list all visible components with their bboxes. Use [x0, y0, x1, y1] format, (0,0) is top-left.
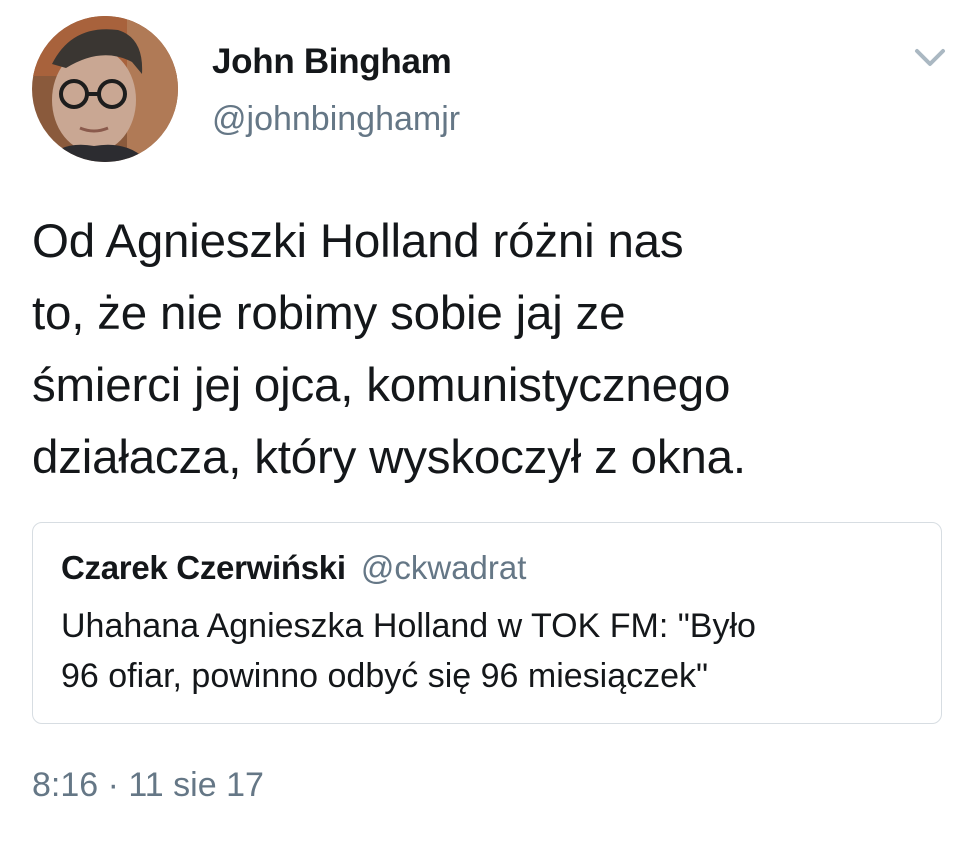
- quoted-author-handle: @ckwadrat: [360, 549, 527, 586]
- quoted-tweet-card[interactable]: Czarek Czerwiński @ckwadrat Uhahana Agni…: [32, 522, 942, 724]
- quoted-tweet-header: Czarek Czerwiński @ckwadrat: [61, 549, 526, 587]
- profile-photo: [32, 16, 178, 162]
- quoted-text-line: Uhahana Agnieszka Holland w TOK FM: "Był…: [61, 607, 756, 645]
- author-handle[interactable]: @johnbinghamjr: [212, 100, 460, 139]
- quoted-author-name: Czarek Czerwiński: [61, 549, 346, 586]
- timestamp-separator: ·: [107, 766, 119, 804]
- timestamp[interactable]: 8:16 · 11 sie 17: [32, 766, 264, 805]
- tweet-text-line: Od Agnieszki Holland różni nas: [32, 215, 684, 268]
- quoted-tweet-text: Uhahana Agnieszka Holland w TOK FM: "Był…: [61, 601, 921, 701]
- tweet-text: Od Agnieszki Holland różni nas to, że ni…: [32, 206, 932, 494]
- tweet-text-line: działacza, który wyskoczył z okna.: [32, 431, 746, 484]
- author-name[interactable]: John Bingham: [212, 42, 452, 82]
- quoted-text-line: 96 ofiar, powinno odbyć się 96 miesiącze…: [61, 657, 709, 695]
- timestamp-time: 8:16: [32, 766, 99, 804]
- tweet-text-line: to, że nie robimy sobie jaj ze: [32, 287, 626, 340]
- avatar[interactable]: [32, 16, 178, 162]
- tweet-text-line: śmierci jej ojca, komunistycznego: [32, 359, 731, 412]
- chevron-down-icon[interactable]: [912, 44, 948, 70]
- tweet: John Bingham @johnbinghamjr Od Agnieszki…: [0, 0, 960, 842]
- timestamp-date: 11 sie 17: [128, 766, 264, 804]
